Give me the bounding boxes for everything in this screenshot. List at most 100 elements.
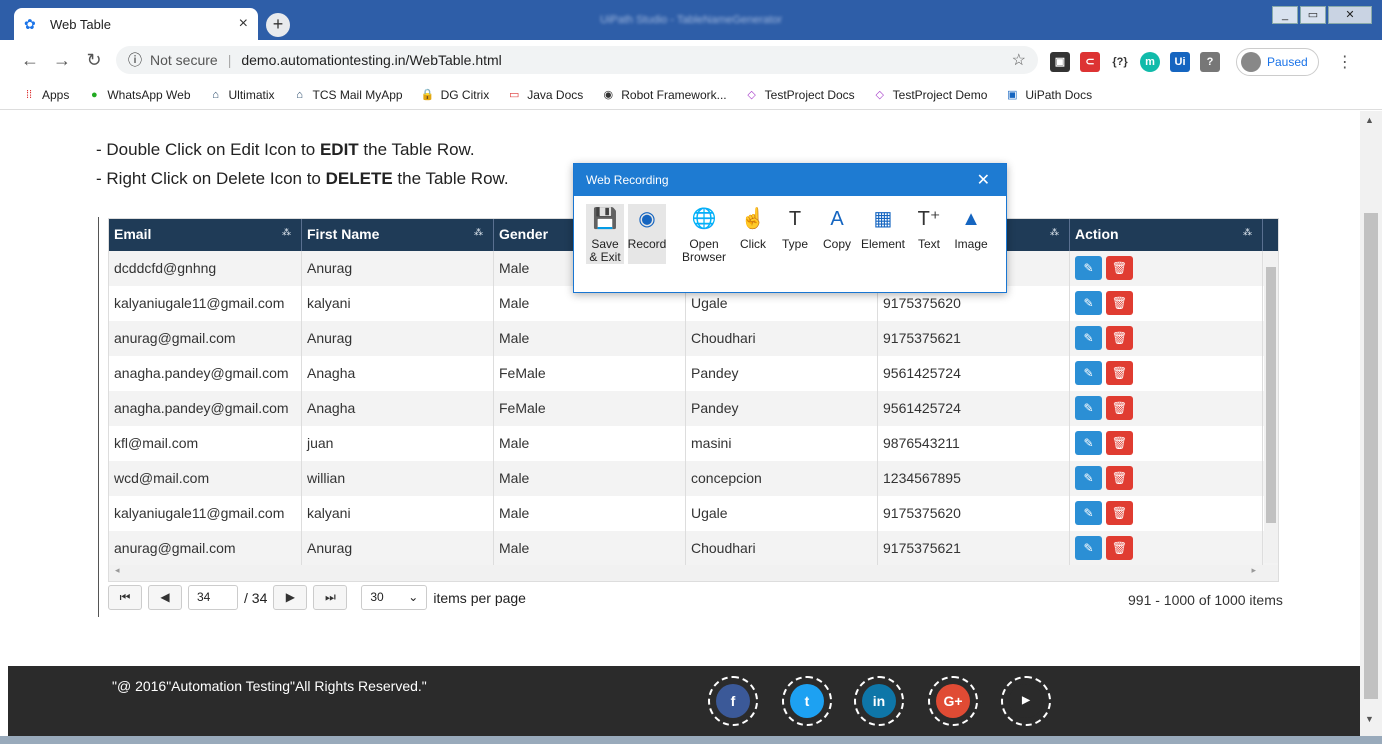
table-cell[interactable]: kalyani	[302, 496, 494, 531]
column-header-email[interactable]: Email ⁂	[109, 219, 302, 251]
bookmark-whatsapp[interactable]: ● WhatsApp Web	[87, 88, 190, 102]
delete-button[interactable]: 🗑	[1106, 396, 1133, 420]
edit-button[interactable]: ✎	[1075, 396, 1102, 420]
last-page-button[interactable]: ⏭	[313, 585, 348, 610]
extension-icon[interactable]: m	[1140, 52, 1160, 72]
edit-button[interactable]: ✎	[1075, 431, 1102, 455]
delete-button[interactable]: 🗑	[1106, 431, 1133, 455]
table-cell[interactable]: Male	[494, 461, 686, 496]
page-number-input[interactable]: 34	[188, 585, 238, 610]
table-cell[interactable]: 9876543211	[878, 426, 1070, 461]
bookmark-star-icon[interactable]: ☆	[1012, 50, 1026, 70]
edit-button[interactable]: ✎	[1075, 536, 1102, 560]
twitter-link[interactable]: t	[782, 676, 832, 726]
table-cell[interactable]: kalyaniugale11@gmail.com	[109, 496, 302, 531]
table-cell[interactable]: Pandey	[686, 356, 878, 391]
edit-button[interactable]: ✎	[1075, 291, 1102, 315]
delete-button[interactable]: 🗑	[1106, 361, 1133, 385]
edit-button[interactable]: ✎	[1075, 361, 1102, 385]
filter-icon[interactable]: ⁂	[1243, 227, 1252, 238]
per-page-select[interactable]: 30 ⌄	[361, 585, 428, 610]
new-tab-button[interactable]: +	[266, 13, 290, 37]
delete-button[interactable]: 🗑	[1106, 466, 1133, 490]
delete-button[interactable]: 🗑	[1106, 326, 1133, 350]
table-cell[interactable]: juan	[302, 426, 494, 461]
table-cell[interactable]: Choudhari	[686, 531, 878, 566]
filter-icon[interactable]: ⁂	[282, 227, 291, 238]
prev-page-button[interactable]: ◀	[148, 585, 182, 610]
extension-icon[interactable]: {?}	[1110, 52, 1130, 72]
bookmark-java-docs[interactable]: ▭ Java Docs	[507, 88, 583, 102]
extension-icon[interactable]: ⊂	[1080, 52, 1100, 72]
linkedin-link[interactable]: in	[854, 676, 904, 726]
window-close-button[interactable]: ✕	[1328, 6, 1372, 24]
text-button[interactable]: T⁺ Text	[910, 204, 948, 264]
table-cell[interactable]: kfl@mail.com	[109, 426, 302, 461]
bookmark-dg-citrix[interactable]: 🔒 DG Citrix	[421, 88, 490, 102]
page-scrollbar[interactable]: ▲ ▼	[1360, 111, 1382, 744]
delete-button[interactable]: 🗑	[1106, 256, 1133, 280]
table-cell[interactable]: wcd@mail.com	[109, 461, 302, 496]
profile-button[interactable]: Paused	[1236, 48, 1319, 76]
table-cell[interactable]: Choudhari	[686, 321, 878, 356]
reload-icon[interactable]: ↻	[78, 50, 110, 71]
bookmark-testproject-demo[interactable]: ◇ TestProject Demo	[873, 88, 987, 102]
save-exit-button[interactable]: 💾 Save & Exit	[586, 204, 624, 264]
table-cell[interactable]: Ugale	[686, 496, 878, 531]
table-cell[interactable]: 9561425724	[878, 356, 1070, 391]
table-cell[interactable]: Anurag	[302, 321, 494, 356]
minimize-button[interactable]: _	[1272, 6, 1298, 24]
filter-icon[interactable]: ⁂	[1050, 227, 1059, 238]
table-vertical-scrollbar[interactable]	[1264, 251, 1278, 563]
edit-button[interactable]: ✎	[1075, 326, 1102, 350]
table-cell[interactable]: Anurag	[302, 531, 494, 566]
uipath-extension-icon[interactable]: Ui	[1170, 52, 1190, 72]
google-plus-link[interactable]: G+	[928, 676, 978, 726]
table-cell[interactable]: Male	[494, 496, 686, 531]
table-cell[interactable]: kalyaniugale11@gmail.com	[109, 286, 302, 321]
table-cell[interactable]: concepcion	[686, 461, 878, 496]
delete-button[interactable]: 🗑	[1106, 291, 1133, 315]
facebook-link[interactable]: f	[708, 676, 758, 726]
column-header-action[interactable]: Action ⁂	[1070, 219, 1263, 251]
delete-button[interactable]: 🗑	[1106, 501, 1133, 525]
bookmark-testproject-docs[interactable]: ◇ TestProject Docs	[745, 88, 854, 102]
bookmark-tcs-mail[interactable]: ⌂ TCS Mail MyApp	[293, 88, 402, 102]
table-cell[interactable]: Anagha	[302, 391, 494, 426]
table-cell[interactable]: masini	[686, 426, 878, 461]
forward-arrow-icon[interactable]: →	[46, 50, 78, 71]
bookmark-uipath-docs[interactable]: ▣ UiPath Docs	[1005, 88, 1092, 102]
table-cell[interactable]: Male	[494, 531, 686, 566]
table-cell[interactable]: anagha.pandey@gmail.com	[109, 391, 302, 426]
edit-button[interactable]: ✎	[1075, 501, 1102, 525]
open-browser-button[interactable]: 🌐 Open Browser	[678, 204, 730, 264]
youtube-link[interactable]: ▶	[1001, 676, 1051, 726]
table-cell[interactable]: 9561425724	[878, 391, 1070, 426]
edit-button[interactable]: ✎	[1075, 466, 1102, 490]
table-cell[interactable]: 9175375621	[878, 321, 1070, 356]
table-cell[interactable]: kalyani	[302, 286, 494, 321]
copy-button[interactable]: A Copy	[818, 204, 856, 264]
record-button[interactable]: ◉ Record	[628, 204, 666, 264]
table-cell[interactable]: 1234567895	[878, 461, 1070, 496]
bookmark-apps[interactable]: ⁞⁞ Apps	[22, 88, 69, 102]
table-cell[interactable]: Male	[494, 321, 686, 356]
browser-tab[interactable]: ✿ Web Table ×	[14, 8, 258, 40]
filter-icon[interactable]: ⁂	[474, 227, 483, 238]
first-page-button[interactable]: ⏮	[108, 585, 142, 610]
table-cell[interactable]: anurag@gmail.com	[109, 531, 302, 566]
table-cell[interactable]: 9175375621	[878, 531, 1070, 566]
image-button[interactable]: ▲ Image	[952, 204, 990, 264]
table-cell[interactable]: Pandey	[686, 391, 878, 426]
table-cell[interactable]: Male	[494, 426, 686, 461]
table-cell[interactable]: willian	[302, 461, 494, 496]
table-horizontal-scrollbar[interactable]: ◂ ▸	[109, 565, 1278, 581]
edit-button[interactable]: ✎	[1075, 256, 1102, 280]
info-icon[interactable]: ⓘ	[128, 50, 142, 70]
table-cell[interactable]: dcddcfd@gnhng	[109, 251, 302, 286]
bookmark-robot[interactable]: ◉ Robot Framework...	[601, 88, 726, 102]
table-cell[interactable]: anurag@gmail.com	[109, 321, 302, 356]
menu-dots-icon[interactable]: ⋮	[1337, 52, 1353, 72]
maximize-button[interactable]: ▭	[1300, 6, 1326, 24]
back-arrow-icon[interactable]: ←	[14, 50, 46, 71]
